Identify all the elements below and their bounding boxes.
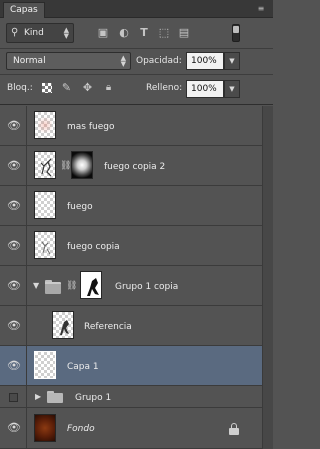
layer-thumbnail xyxy=(52,311,74,339)
blend-mode-select[interactable]: Normal ▲ ▼ xyxy=(6,52,131,70)
lock-icon xyxy=(229,423,239,435)
filter-toggle[interactable] xyxy=(232,24,240,42)
figure-silhouette-icon xyxy=(60,320,69,335)
blend-mode-value: Normal xyxy=(13,56,46,66)
eye-icon: 👁︎ xyxy=(7,118,21,132)
layer-thumbnail xyxy=(34,351,56,379)
layers-scrollbar[interactable] xyxy=(262,106,273,449)
layer-row-fondo[interactable]: 👁︎ Fondo xyxy=(0,408,262,449)
link-chain-icon[interactable]: ⛓︎ xyxy=(60,160,71,172)
visibility-toggle[interactable]: 👁︎ xyxy=(0,226,27,265)
lock-all-icon[interactable]: 🔒︎ xyxy=(102,81,115,94)
folder-icon xyxy=(47,391,63,403)
shape-filter-icon[interactable]: ⬚ xyxy=(157,26,171,40)
opacity-field[interactable]: 100% xyxy=(186,52,224,70)
visibility-toggle[interactable]: 👁︎ xyxy=(0,306,27,345)
panel-tab-bar: Capas ≡ xyxy=(0,0,273,18)
layer-row-grupo-1-copia[interactable]: 👁︎ ▼ ⛓︎ Grupo 1 copia xyxy=(0,266,262,306)
visibility-toggle[interactable] xyxy=(0,386,27,407)
visibility-toggle[interactable]: 👁︎ xyxy=(0,106,27,145)
tab-capas[interactable]: Capas xyxy=(3,2,45,18)
layer-name: fuego copia 2 xyxy=(104,162,166,172)
hidden-visibility-box xyxy=(9,392,18,402)
link-chain-icon[interactable]: ⛓︎ xyxy=(66,280,77,292)
filter-kind-select[interactable]: ⚲ Kind ▲ ▼ xyxy=(6,23,74,43)
updown-arrows-icon: ▲ ▼ xyxy=(120,54,126,68)
eye-icon: 👁︎ xyxy=(7,278,21,292)
eye-icon: 👁︎ xyxy=(7,421,21,434)
figure-silhouette-icon xyxy=(87,278,99,296)
layer-thumbnail xyxy=(34,111,56,139)
layer-mask-thumbnail xyxy=(71,151,93,179)
layer-thumbnail xyxy=(34,151,56,179)
layer-row-grupo-1[interactable]: ▶ Grupo 1 xyxy=(0,386,262,408)
eye-icon: 👁︎ xyxy=(7,318,21,332)
opacity-label: Opacidad: xyxy=(136,56,182,66)
lock-move-icon[interactable]: ✥ xyxy=(81,81,94,94)
layers-list: 👁︎ mas fuego 👁︎ ⛓︎ fuego copia 2 👁︎ fueg… xyxy=(0,106,262,449)
collapse-triangle-icon[interactable]: ▶ xyxy=(35,392,41,402)
fill-label: Relleno: xyxy=(146,83,183,93)
layer-row-fuego[interactable]: 👁︎ fuego xyxy=(0,186,262,226)
layer-row-capa-1[interactable]: 👁︎ Capa 1 xyxy=(0,346,262,386)
layer-thumbnail xyxy=(34,191,56,219)
layer-thumbnail xyxy=(34,231,56,259)
layer-name: fuego xyxy=(67,202,93,212)
image-filter-icon[interactable]: ▣ xyxy=(96,26,110,40)
visibility-toggle[interactable]: 👁︎ xyxy=(0,186,27,225)
fill-dropdown-button[interactable]: ▼ xyxy=(224,80,240,98)
filter-kind-label: Kind xyxy=(24,28,44,38)
figure-sketch-icon xyxy=(40,158,52,177)
lock-label: Bloq.: xyxy=(7,83,33,93)
eye-icon: 👁︎ xyxy=(7,358,21,372)
visibility-toggle[interactable]: 👁︎ xyxy=(0,146,27,185)
visibility-toggle[interactable]: 👁︎ xyxy=(0,346,27,385)
layer-name: Grupo 1 xyxy=(75,393,112,403)
layer-name: mas fuego xyxy=(67,122,115,132)
layer-name: Capa 1 xyxy=(67,362,99,372)
visibility-toggle[interactable]: 👁︎ xyxy=(0,266,27,305)
layer-row-fuego-copia[interactable]: 👁︎ fuego copia xyxy=(0,226,262,266)
divider xyxy=(0,104,273,105)
background-thumbnail xyxy=(34,414,56,442)
lock-transparency-icon[interactable] xyxy=(42,83,52,93)
blend-row: Normal ▲ ▼ Opacidad: 100% ▼ xyxy=(0,49,273,73)
layer-name: Fondo xyxy=(67,424,95,434)
opacity-dropdown-button[interactable]: ▼ xyxy=(224,52,240,70)
layer-name: Referencia xyxy=(84,322,132,332)
eye-icon: 👁︎ xyxy=(7,158,21,172)
lock-row: Bloq.: ✎ ✥ 🔒︎ Relleno: 100% ▼ xyxy=(0,75,273,101)
layer-row-fuego-copia-2[interactable]: 👁︎ ⛓︎ fuego copia 2 xyxy=(0,146,262,186)
folder-open-icon xyxy=(45,280,61,294)
updown-arrows-icon: ▲ ▼ xyxy=(63,26,69,40)
group-mask-thumbnail xyxy=(80,271,102,299)
eye-icon: 👁︎ xyxy=(7,238,21,252)
layer-row-mas-fuego[interactable]: 👁︎ mas fuego xyxy=(0,106,262,146)
lock-paint-brush-icon[interactable]: ✎ xyxy=(60,81,73,94)
visibility-toggle[interactable]: 👁︎ xyxy=(0,408,27,448)
search-icon: ⚲ xyxy=(11,27,19,38)
fill-field[interactable]: 100% xyxy=(186,80,224,98)
expand-triangle-icon[interactable]: ▼ xyxy=(33,281,39,291)
layer-name: fuego copia xyxy=(67,242,120,252)
eye-icon: 👁︎ xyxy=(7,198,21,212)
adjustment-filter-icon[interactable]: ◐ xyxy=(117,26,131,40)
layer-name: Grupo 1 copia xyxy=(115,282,179,292)
panel-menu-icon[interactable]: ≡ xyxy=(255,4,267,14)
smart-object-filter-icon[interactable]: ▤ xyxy=(177,26,191,40)
type-filter-icon[interactable]: T xyxy=(137,26,151,40)
figure-sketch-icon xyxy=(41,241,51,255)
layer-row-referencia[interactable]: 👁︎ Referencia xyxy=(0,306,262,346)
filter-row: ⚲ Kind ▲ ▼ ▣ ◐ T ⬚ ▤ xyxy=(0,20,273,47)
